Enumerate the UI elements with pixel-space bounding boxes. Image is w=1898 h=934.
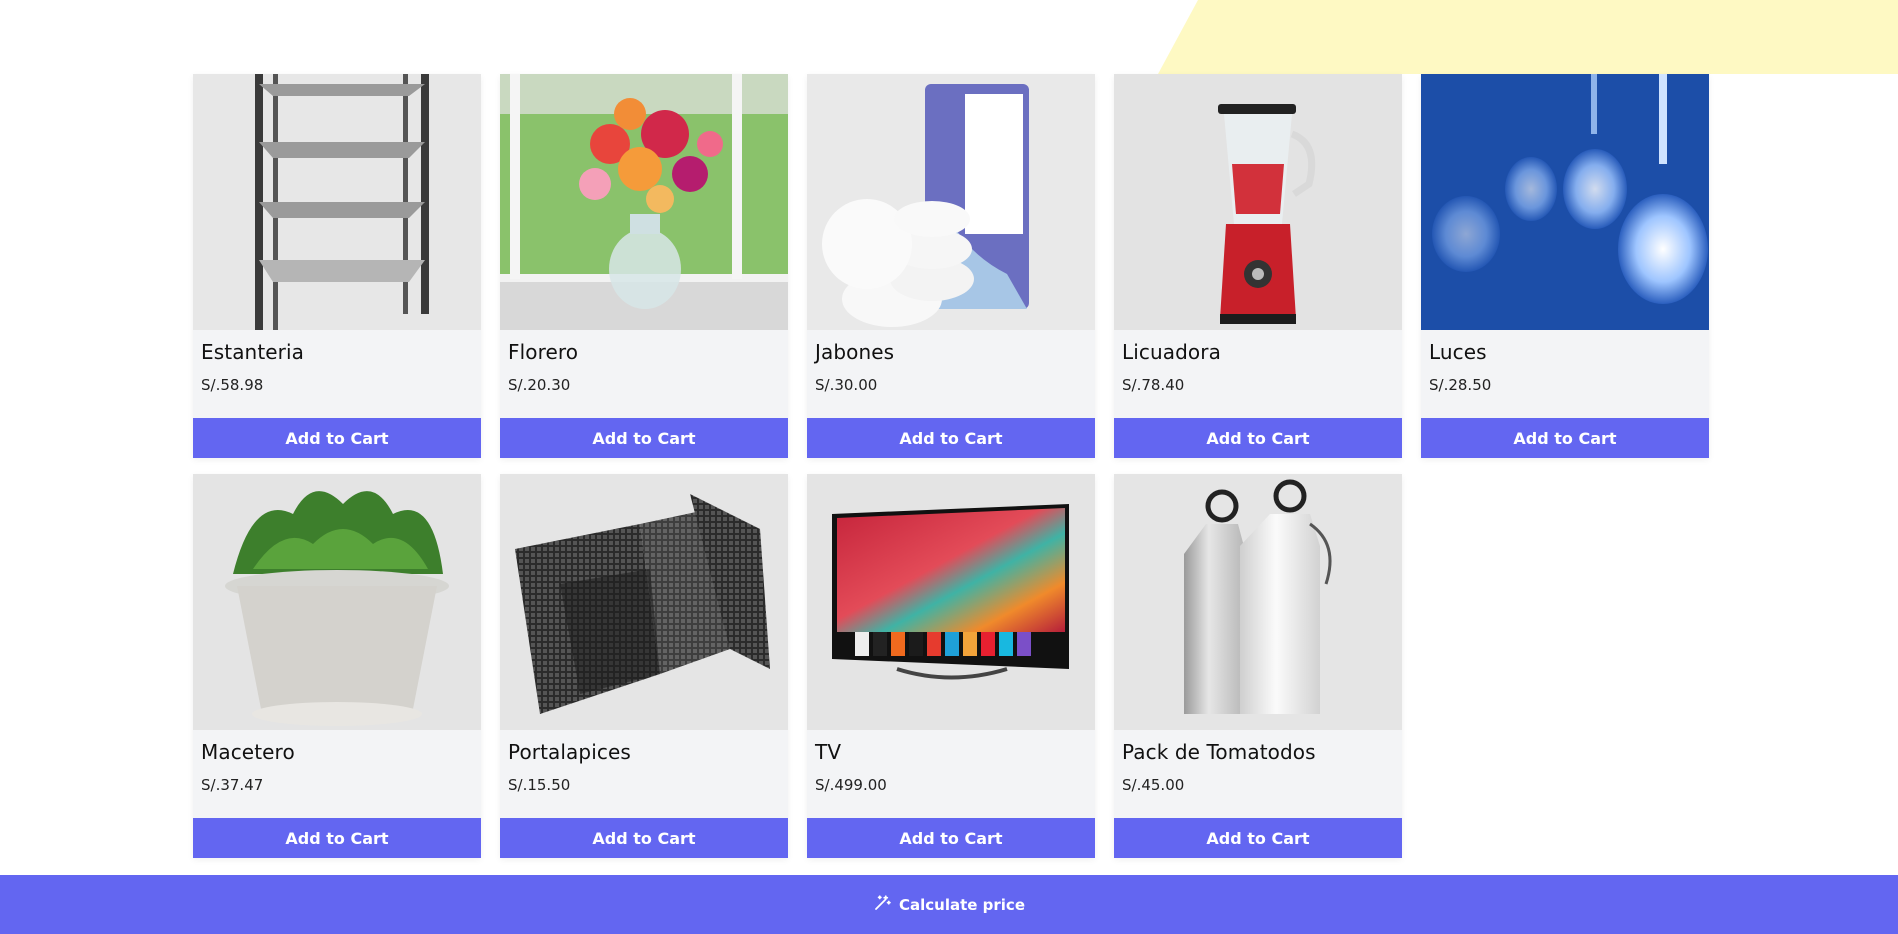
- calculate-price-button[interactable]: Calculate price: [873, 894, 1025, 916]
- add-to-cart-button[interactable]: Add to Cart: [1421, 418, 1709, 458]
- product-price: S/.45.00: [1122, 776, 1185, 794]
- product-name: TV: [815, 740, 842, 764]
- magic-wand-icon: [873, 894, 891, 916]
- product-card-jabones: Jabones S/.30.00 Add to Cart: [807, 74, 1095, 458]
- product-image-estanteria: [193, 74, 481, 330]
- product-price: S/.20.30: [508, 376, 571, 394]
- product-price: S/.15.50: [508, 776, 571, 794]
- product-card-macetero: Macetero S/.37.47 Add to Cart: [193, 474, 481, 858]
- add-to-cart-button[interactable]: Add to Cart: [500, 818, 788, 858]
- product-image-licuadora: [1114, 74, 1402, 330]
- product-price: S/.499.00: [815, 776, 887, 794]
- product-card-luces: Luces S/.28.50 Add to Cart: [1421, 74, 1709, 458]
- product-price: S/.37.47: [201, 776, 264, 794]
- product-card-tomatodos: Pack de Tomatodos S/.45.00 Add to Cart: [1114, 474, 1402, 858]
- product-card-florero: Florero S/.20.30 Add to Cart: [500, 74, 788, 458]
- product-name: Estanteria: [201, 340, 305, 364]
- product-image-florero: [500, 74, 788, 330]
- product-name: Luces: [1429, 340, 1487, 364]
- add-to-cart-button[interactable]: Add to Cart: [500, 418, 788, 458]
- product-image-portalapices: [500, 474, 788, 730]
- product-name: Jabones: [815, 340, 895, 364]
- product-name: Macetero: [201, 740, 295, 764]
- product-card-portalapices: Portalapices S/.15.50 Add to Cart: [500, 474, 788, 858]
- product-name: Pack de Tomatodos: [1122, 740, 1316, 764]
- product-image-macetero: [193, 474, 481, 730]
- add-to-cart-button[interactable]: Add to Cart: [1114, 418, 1402, 458]
- product-price: S/.28.50: [1429, 376, 1492, 394]
- product-image-tv: [807, 474, 1095, 730]
- add-to-cart-button[interactable]: Add to Cart: [807, 818, 1095, 858]
- add-to-cart-button[interactable]: Add to Cart: [193, 818, 481, 858]
- product-name: Florero: [508, 340, 579, 364]
- product-card-licuadora: Licuadora S/.78.40 Add to Cart: [1114, 74, 1402, 458]
- add-to-cart-button[interactable]: Add to Cart: [1114, 818, 1402, 858]
- product-card-tv: TV S/.499.00 Add to Cart: [807, 474, 1095, 858]
- product-image-tomatodos: [1114, 474, 1402, 730]
- footer-bar: Calculate price: [0, 875, 1898, 934]
- add-to-cart-button[interactable]: Add to Cart: [807, 418, 1095, 458]
- decorative-banner: [1158, 0, 1898, 74]
- product-card-estanteria: Estanteria S/.58.98 Add to Cart: [193, 74, 481, 458]
- product-price: S/.78.40: [1122, 376, 1185, 394]
- product-image-jabones: [807, 74, 1095, 330]
- product-image-luces: [1421, 74, 1709, 330]
- add-to-cart-button[interactable]: Add to Cart: [193, 418, 481, 458]
- calculate-price-label: Calculate price: [898, 895, 1025, 914]
- product-name: Portalapices: [508, 740, 631, 764]
- product-price: S/.58.98: [201, 376, 264, 394]
- product-name: Licuadora: [1122, 340, 1221, 364]
- product-price: S/.30.00: [815, 376, 878, 394]
